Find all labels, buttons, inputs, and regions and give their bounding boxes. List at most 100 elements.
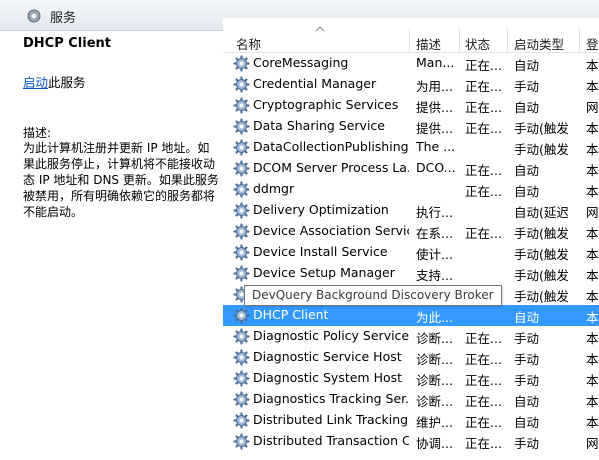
service-name-cell: Device Setup Manager bbox=[253, 265, 395, 280]
service-description-cell: 在系... bbox=[416, 226, 453, 241]
service-logon-cell: 本 bbox=[586, 226, 599, 241]
column-divider[interactable] bbox=[579, 28, 580, 52]
service-logon-cell: 本 bbox=[586, 247, 599, 262]
column-divider[interactable] bbox=[409, 28, 410, 52]
table-row[interactable]: Data Sharing Service 提供... 正在... 手动(触发... 本 bbox=[223, 116, 599, 137]
service-status-cell: 正在... bbox=[465, 436, 502, 451]
tooltip: DevQuery Background Discovery Broker bbox=[244, 285, 502, 306]
column-divider[interactable] bbox=[459, 28, 460, 52]
description-label: 描述: bbox=[23, 126, 52, 140]
table-row[interactable]: Device Install Service 使计... 手动(触发... 本 bbox=[223, 242, 599, 263]
service-startup-type-cell: 自动(延迟... bbox=[514, 205, 568, 220]
service-startup-type-cell: 手动 bbox=[514, 79, 540, 94]
service-startup-type-cell: 手动(触发... bbox=[514, 142, 568, 157]
gear-icon bbox=[233, 160, 250, 177]
services-table: 名称 描述 状态 启动类型 登 CoreMessaging Man... 正在...… bbox=[223, 18, 599, 460]
service-status-cell: 正在... bbox=[465, 331, 502, 346]
service-name-cell: ddmgr bbox=[253, 181, 295, 196]
start-service-suffix: 此服务 bbox=[48, 75, 86, 90]
table-row[interactable]: Delivery Optimization 执行... 自动(延迟... 网 bbox=[223, 200, 599, 221]
gear-icon bbox=[233, 412, 250, 429]
table-row[interactable]: DHCP Client 为此... 自动 本 bbox=[223, 305, 599, 326]
service-name-cell: Diagnostic Policy Service bbox=[253, 328, 409, 343]
service-status-cell: 正在... bbox=[465, 373, 502, 388]
service-name-cell: Distributed Transaction C... bbox=[253, 433, 409, 448]
service-logon-cell: 本 bbox=[586, 268, 599, 283]
service-logon-cell: 网 bbox=[586, 100, 599, 115]
gear-icon bbox=[233, 181, 250, 198]
gear-icon bbox=[233, 328, 250, 345]
table-header: 名称 描述 状态 启动类型 登 bbox=[223, 18, 599, 53]
service-logon-cell: 本 bbox=[586, 142, 599, 157]
gear-icon bbox=[233, 307, 250, 324]
service-logon-cell: 本 bbox=[586, 331, 599, 346]
table-row[interactable]: ddmgr 正在... 自动 本 bbox=[223, 179, 599, 200]
service-startup-type-cell: 手动(触发... bbox=[514, 247, 568, 262]
start-service-action: 启动此服务 bbox=[23, 72, 86, 91]
service-name-cell: Diagnostic Service Host bbox=[253, 349, 402, 364]
service-description-cell: 诊断... bbox=[416, 394, 453, 409]
service-description-cell: 诊断... bbox=[416, 373, 453, 388]
table-row[interactable]: Diagnostic Service Host 诊断... 正在... 手动 本 bbox=[223, 347, 599, 368]
description-text: 为此计算机注册并更新 IP 地址。如果此服务停止，计算机将不能接收动态 IP 地… bbox=[23, 141, 219, 219]
column-header-name[interactable]: 名称 bbox=[236, 34, 406, 53]
service-startup-type-cell: 自动 bbox=[514, 100, 540, 115]
column-header-logon[interactable]: 登 bbox=[586, 34, 599, 53]
selected-service-name: DHCP Client bbox=[23, 36, 112, 51]
service-startup-type-cell: 手动 bbox=[514, 373, 540, 388]
service-logon-cell: 网 bbox=[586, 205, 599, 220]
service-startup-type-cell: 手动(触发... bbox=[514, 268, 568, 283]
table-row[interactable]: Cryptographic Services 提供... 正在... 自动 网 bbox=[223, 95, 599, 116]
service-name-cell: Diagnostic System Host bbox=[253, 370, 403, 385]
column-header-status[interactable]: 状态 bbox=[465, 34, 505, 53]
service-status-cell: 正在... bbox=[465, 415, 502, 430]
service-status-cell: 正在... bbox=[465, 184, 502, 199]
service-startup-type-cell: 自动 bbox=[514, 310, 540, 325]
service-description-cell: 为用... bbox=[416, 79, 453, 94]
gear-icon bbox=[233, 391, 250, 408]
service-status-cell: 正在... bbox=[465, 79, 502, 94]
service-logon-cell: 本 bbox=[586, 121, 599, 136]
gear-icon bbox=[233, 244, 250, 261]
gear-icon bbox=[233, 223, 250, 240]
table-row[interactable]: Device Association Service 在系... 正在... 手动(触… bbox=[223, 221, 599, 242]
table-row[interactable]: Distributed Transaction C... 协调... 正在... 手动… bbox=[223, 431, 599, 452]
table-row[interactable]: DCOM Server Process La... DCO... 正在... 自动 本 bbox=[223, 158, 599, 179]
service-logon-cell: 本 bbox=[586, 415, 599, 430]
table-row[interactable]: Credential Manager 为用... 正在... 手动 本 bbox=[223, 74, 599, 95]
service-description-cell: 为此... bbox=[416, 310, 453, 325]
service-logon-cell: 本 bbox=[586, 289, 599, 304]
service-description-cell: 维护... bbox=[416, 415, 453, 430]
table-row[interactable]: Diagnostic Policy Service 诊断... 正在... 手动 本 bbox=[223, 326, 599, 347]
column-header-startup-type[interactable]: 启动类型 bbox=[514, 34, 574, 53]
gear-icon bbox=[233, 97, 250, 114]
window-title: 服务 bbox=[50, 11, 77, 26]
table-row[interactable]: Distributed Link Tracking... 维护... 正在... 自动… bbox=[223, 410, 599, 431]
service-startup-type-cell: 自动 bbox=[514, 394, 540, 409]
service-name-cell: DCOM Server Process La... bbox=[253, 160, 409, 175]
service-description-cell: 诊断... bbox=[416, 331, 453, 346]
service-name-cell: Diagnostics Tracking Ser... bbox=[253, 391, 409, 406]
column-header-description[interactable]: 描述 bbox=[416, 34, 456, 53]
gear-icon bbox=[233, 265, 250, 282]
service-status-cell: 正在... bbox=[465, 352, 502, 367]
gear-icon bbox=[233, 202, 250, 219]
table-row[interactable]: Diagnostic System Host 诊断... 正在... 手动 本 bbox=[223, 368, 599, 389]
gear-icon bbox=[233, 349, 250, 366]
service-startup-type-cell: 手动(触发... bbox=[514, 289, 568, 304]
table-row[interactable]: CoreMessaging Man... 正在... 自动 本 bbox=[223, 53, 599, 74]
start-service-link[interactable]: 启动 bbox=[23, 75, 48, 90]
service-description-cell: 诊断... bbox=[416, 352, 453, 367]
table-row[interactable]: Diagnostics Tracking Ser... 诊断... 正在... 自动 本 bbox=[223, 389, 599, 410]
services-icon bbox=[27, 9, 41, 23]
column-divider[interactable] bbox=[507, 28, 508, 52]
service-description-cell: 支持... bbox=[416, 268, 453, 283]
service-description-cell: DCO... bbox=[416, 160, 456, 175]
service-description-cell: 提供... bbox=[416, 121, 453, 136]
service-name-cell: Credential Manager bbox=[253, 76, 377, 91]
chevron-up-icon bbox=[315, 26, 325, 32]
table-row[interactable]: Device Setup Manager 支持... 手动(触发... 本 bbox=[223, 263, 599, 284]
table-row[interactable]: DataCollectionPublishing... The ... 手动(触发.… bbox=[223, 137, 599, 158]
service-startup-type-cell: 自动 bbox=[514, 58, 540, 73]
service-startup-type-cell: 手动 bbox=[514, 352, 540, 367]
